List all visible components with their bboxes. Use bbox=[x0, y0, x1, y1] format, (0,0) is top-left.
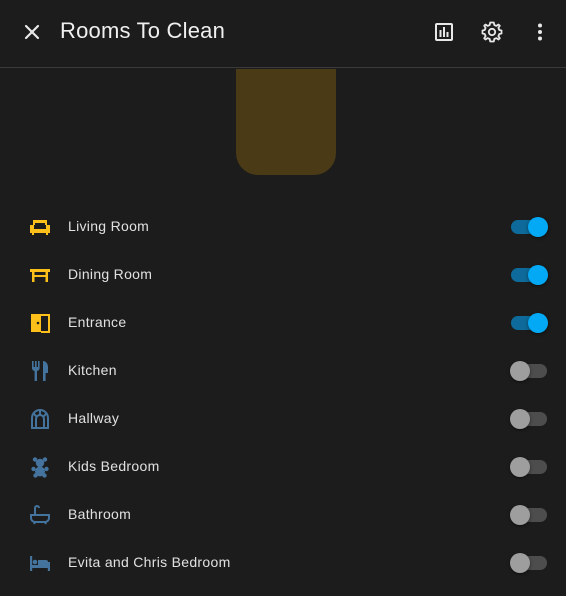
room-label: Evita and Chris Bedroom bbox=[68, 554, 231, 570]
room-row-evita-and-chris-bedroom[interactable]: Evita and Chris Bedroom bbox=[0, 539, 566, 587]
room-row-living-room[interactable]: Living Room bbox=[0, 203, 566, 251]
room-toggle[interactable] bbox=[510, 265, 548, 285]
chart-icon[interactable] bbox=[432, 20, 456, 44]
bed-icon bbox=[28, 551, 52, 575]
room-toggle[interactable] bbox=[510, 457, 548, 477]
room-label: Kitchen bbox=[68, 362, 117, 378]
room-toggle[interactable] bbox=[510, 409, 548, 429]
room-label: Bathroom bbox=[68, 506, 132, 522]
room-row-hallway[interactable]: Hallway bbox=[0, 395, 566, 443]
bathtub-icon bbox=[28, 503, 52, 527]
room-toggle[interactable] bbox=[510, 505, 548, 525]
room-label: Hallway bbox=[68, 410, 120, 426]
room-row-kitchen[interactable]: Kitchen bbox=[0, 347, 566, 395]
room-label: Entrance bbox=[68, 314, 127, 330]
close-icon[interactable] bbox=[20, 20, 44, 44]
room-toggle[interactable] bbox=[510, 361, 548, 381]
room-label: Living Room bbox=[68, 218, 150, 234]
sofa-icon bbox=[28, 215, 52, 239]
room-label: Dining Room bbox=[68, 266, 153, 282]
teddy-bear-icon bbox=[28, 455, 52, 479]
dialog-header: Rooms To Clean bbox=[0, 0, 566, 68]
room-label: Kids Bedroom bbox=[68, 458, 160, 474]
arch-window-icon bbox=[28, 407, 52, 431]
room-toggle[interactable] bbox=[510, 217, 548, 237]
page-title: Rooms To Clean bbox=[60, 18, 226, 43]
door-icon bbox=[28, 311, 52, 335]
more-vert-icon[interactable] bbox=[528, 20, 552, 44]
room-toggle[interactable] bbox=[510, 553, 548, 573]
room-toggle[interactable] bbox=[510, 313, 548, 333]
room-row-bathroom[interactable]: Bathroom bbox=[0, 491, 566, 539]
room-row-dining-room[interactable]: Dining Room bbox=[0, 251, 566, 299]
vacuum-preview bbox=[236, 69, 336, 175]
room-row-kids-bedroom[interactable]: Kids Bedroom bbox=[0, 443, 566, 491]
gear-icon[interactable] bbox=[480, 20, 504, 44]
table-icon bbox=[28, 263, 52, 287]
room-list: Living Room Dining Room Entrance Kitchen… bbox=[0, 203, 566, 587]
room-row-entrance[interactable]: Entrance bbox=[0, 299, 566, 347]
silverware-icon bbox=[28, 359, 52, 383]
